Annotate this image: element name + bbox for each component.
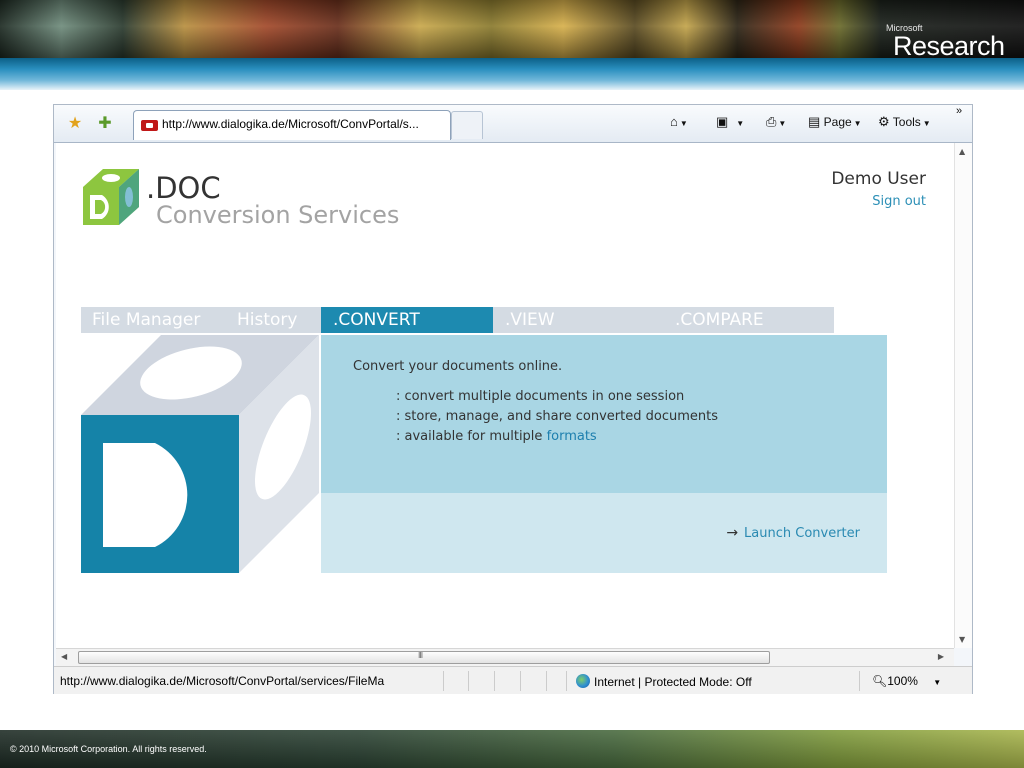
banner-image-strip: [0, 0, 1024, 58]
zoom-level: 100%: [887, 674, 918, 688]
status-divider: [468, 671, 469, 691]
status-divider: [494, 671, 495, 691]
globe-icon: [576, 674, 590, 688]
site-favicon-icon: [141, 120, 158, 131]
nav-file-manager[interactable]: File Manager: [92, 307, 200, 333]
zoom-magnifier-icon: 🔍︎: [872, 674, 888, 688]
new-tab-button[interactable]: [451, 111, 483, 139]
nav-view[interactable]: .VIEW: [505, 307, 555, 333]
security-zone-label: Internet | Protected Mode: Off: [594, 675, 752, 689]
scroll-left-icon[interactable]: ◀: [61, 652, 67, 661]
feeds-icon: ▣: [716, 114, 729, 129]
slide-header-banner: Microsoft Research: [0, 0, 1024, 90]
page-menu-button[interactable]: ▤ Page ▼: [808, 114, 862, 130]
browser-toolbar: ★ ✚ http://www.dialogika.de/Microsoft/Co…: [54, 105, 972, 143]
research-logo-text: Research: [893, 31, 1005, 61]
feature-item: : store, manage, and share converted doc…: [396, 409, 718, 424]
doc-cube-logo: [83, 169, 139, 225]
print-icon: ⎙: [766, 114, 777, 129]
tab-title: http://www.dialogika.de/Microsoft/ConvPo…: [162, 117, 419, 131]
feature-item: : available for multiple formats: [396, 429, 597, 444]
launch-panel: → Launch Converter: [321, 493, 887, 573]
gear-icon: ⚙: [878, 114, 890, 129]
toolbar-overflow-chevron[interactable]: »: [956, 105, 962, 117]
status-divider: [546, 671, 547, 691]
browser-tab-active[interactable]: http://www.dialogika.de/Microsoft/ConvPo…: [133, 110, 451, 140]
page-icon: ▤: [808, 114, 821, 129]
scroll-up-icon[interactable]: ▲: [959, 147, 965, 156]
launch-converter-label: Launch Converter: [744, 526, 860, 541]
page-viewport: .DOC Conversion Services Demo User Sign …: [56, 143, 954, 648]
nav-history[interactable]: History: [237, 307, 297, 333]
launch-converter-link[interactable]: → Launch Converter: [726, 525, 860, 541]
arrow-right-icon: →: [726, 525, 739, 541]
feeds-button[interactable]: ▣ ▼: [716, 114, 744, 130]
status-divider: [859, 671, 860, 691]
nav-compare[interactable]: .COMPARE: [675, 307, 764, 333]
browser-status-bar: http://www.dialogika.de/Microsoft/ConvPo…: [54, 666, 972, 694]
user-name: Demo User: [831, 169, 926, 189]
home-icon: ⌂: [670, 114, 678, 129]
print-button[interactable]: ⎙ ▼: [766, 114, 786, 130]
scroll-down-icon[interactable]: ▼: [959, 635, 965, 644]
copyright-text: © 2010 Microsoft Corporation. All rights…: [10, 744, 207, 754]
status-divider: [520, 671, 521, 691]
slide-footer: © 2010 Microsoft Corporation. All rights…: [0, 730, 1024, 768]
status-divider: [566, 671, 567, 691]
feature-item: : convert multiple documents in one sess…: [396, 389, 685, 404]
horizontal-scrollbar[interactable]: ◀ III ▶: [56, 648, 954, 666]
logo-title: .DOC: [146, 171, 221, 205]
formats-link[interactable]: formats: [547, 429, 597, 444]
zoom-dropdown-icon[interactable]: ▼: [933, 678, 941, 687]
sign-out-link[interactable]: Sign out: [872, 194, 926, 209]
nav-convert[interactable]: .CONVERT: [321, 307, 493, 333]
scroll-grip: III: [418, 651, 423, 660]
doc-cube-illustration: [81, 335, 319, 573]
panel-intro: Convert your documents online.: [353, 359, 563, 374]
page-menu-label: Page: [823, 115, 852, 129]
vertical-scrollbar[interactable]: ▲ ▼: [954, 143, 972, 648]
convert-info-panel: Convert your documents online. : convert…: [321, 335, 887, 493]
tools-menu-label: Tools: [892, 115, 921, 129]
browser-window: ★ ✚ http://www.dialogika.de/Microsoft/Co…: [53, 104, 973, 694]
home-button[interactable]: ⌂ ▼: [670, 114, 688, 129]
favorites-star-icon[interactable]: ★: [64, 112, 86, 134]
horizontal-scroll-thumb[interactable]: III: [78, 651, 770, 664]
status-url: http://www.dialogika.de/Microsoft/ConvPo…: [60, 674, 385, 688]
zoom-control[interactable]: 🔍︎100% ▼: [872, 674, 941, 688]
security-zone[interactable]: Internet | Protected Mode: Off: [576, 674, 752, 689]
tools-menu-button[interactable]: ⚙ Tools ▼: [878, 114, 931, 130]
add-favorites-icon[interactable]: ✚: [94, 112, 116, 134]
feature-item-text: : available for multiple: [396, 429, 547, 444]
main-nav: File Manager History .CONVERT .VIEW .COM…: [81, 307, 834, 333]
logo-subtitle: Conversion Services: [156, 201, 400, 229]
status-divider: [443, 671, 444, 691]
scroll-right-icon[interactable]: ▶: [938, 652, 944, 661]
banner-blue-band: [0, 58, 1024, 90]
